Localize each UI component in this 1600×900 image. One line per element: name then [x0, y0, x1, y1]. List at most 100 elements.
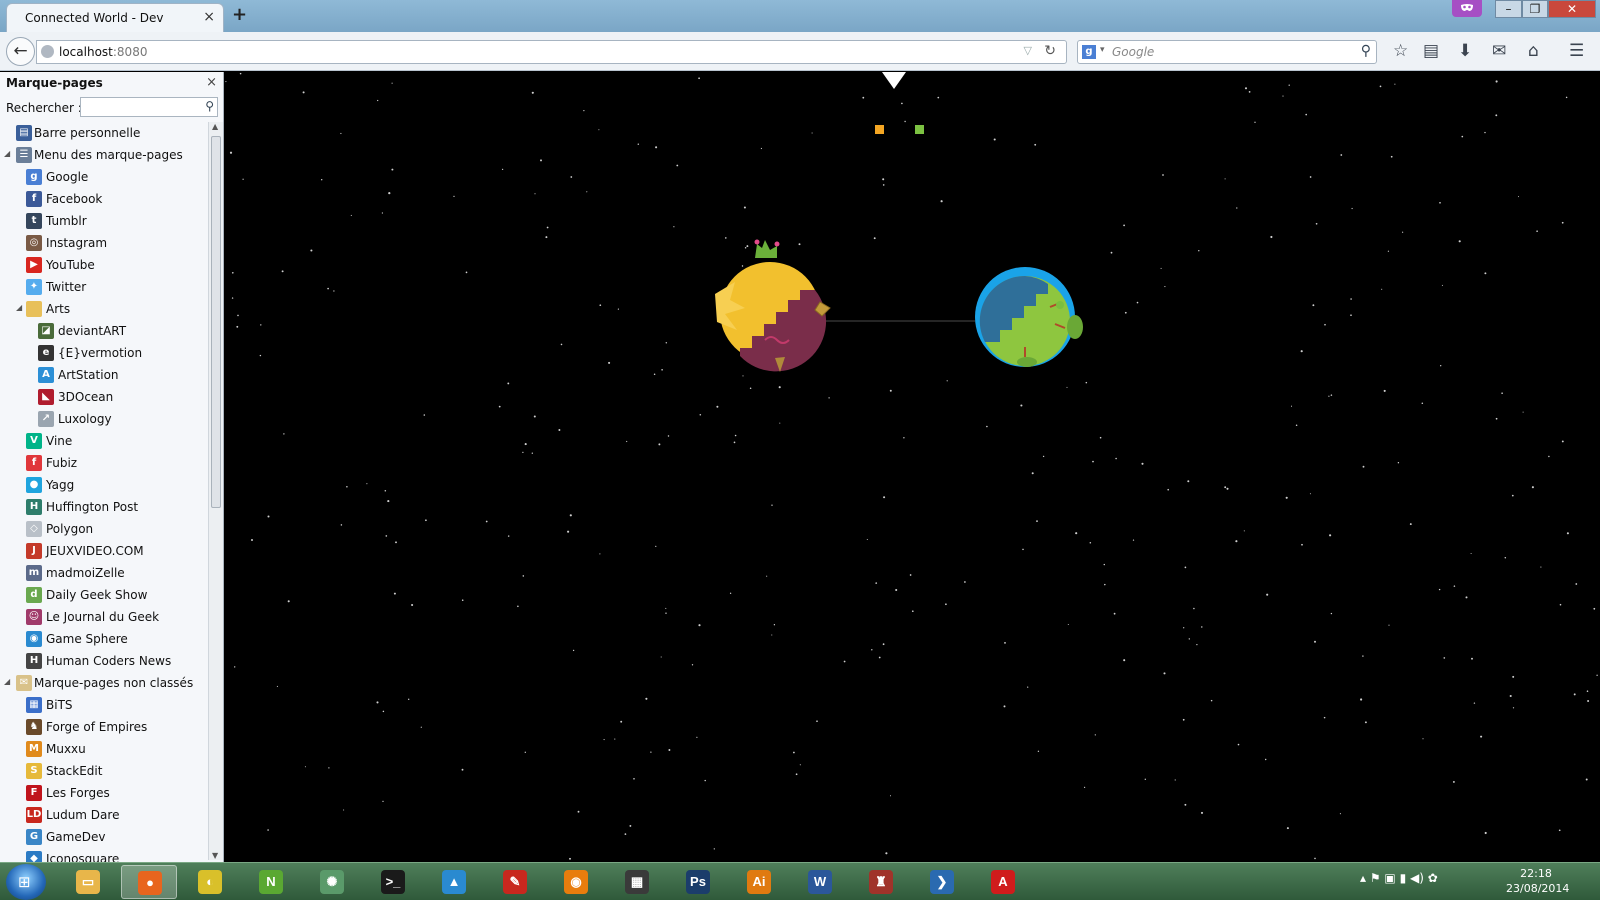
- folder-twisty-icon[interactable]: ◢: [4, 677, 10, 686]
- taskbar-app-firefox[interactable]: ●: [121, 865, 177, 899]
- sidebar-close-icon[interactable]: ×: [206, 75, 217, 90]
- star: [1094, 734, 1096, 736]
- bookmark-item[interactable]: H Huffington Post: [0, 496, 208, 518]
- bookmark-item[interactable]: ↗ Luxology: [0, 408, 208, 430]
- home-icon[interactable]: ⌂: [1528, 43, 1539, 60]
- scroll-thumb[interactable]: [211, 136, 221, 508]
- url-bar[interactable]: localhost:8080 ▽ ↻: [36, 40, 1067, 64]
- bookmark-item[interactable]: G GameDev: [0, 826, 208, 848]
- game-canvas[interactable]: [225, 72, 1600, 862]
- bookmark-item[interactable]: m madmoiZelle: [0, 562, 208, 584]
- system-tray[interactable]: ▴ ⚑ ▣ ▮ ◀) ✿: [1360, 871, 1438, 885]
- taskbar-app-film[interactable]: ▦: [609, 865, 665, 899]
- back-button[interactable]: ←: [6, 37, 35, 66]
- sidebar-scrollbar[interactable]: ▲ ▼: [208, 122, 223, 860]
- reading-list-icon[interactable]: ▤: [1423, 43, 1439, 60]
- planet-desert[interactable]: [715, 239, 831, 373]
- engine-dropdown-icon[interactable]: ▾: [1100, 45, 1105, 55]
- mail-icon[interactable]: ✉: [1492, 43, 1506, 60]
- bookmark-item[interactable]: ◢ Arts: [0, 298, 208, 320]
- tab-close-icon[interactable]: ×: [203, 9, 215, 25]
- taskbar-app-app-castle[interactable]: ♜: [853, 865, 909, 899]
- bookmark-item[interactable]: H Human Coders News: [0, 650, 208, 672]
- reload-icon[interactable]: ↻: [1044, 43, 1056, 59]
- search-go-icon[interactable]: ⚲: [1361, 43, 1371, 59]
- private-mask-icon[interactable]: [1452, 0, 1482, 17]
- bookmark-item[interactable]: ♞ Forge of Empires: [0, 716, 208, 738]
- taskbar-app-acrobat[interactable]: A: [975, 865, 1031, 899]
- minimize-button[interactable]: –: [1495, 0, 1522, 18]
- bookmark-item[interactable]: ◪ deviantART: [0, 320, 208, 342]
- bookmark-star-icon[interactable]: ☆: [1393, 43, 1408, 60]
- star: [524, 443, 527, 446]
- taskbar-app-atom[interactable]: ✺: [304, 865, 360, 899]
- scroll-down-icon[interactable]: ▼: [212, 851, 218, 860]
- bookmark-item[interactable]: ✦ Twitter: [0, 276, 208, 298]
- star: [239, 72, 242, 75]
- bookmark-item[interactable]: M Muxxu: [0, 738, 208, 760]
- folder-twisty-icon[interactable]: ◢: [16, 303, 22, 312]
- bookmark-item[interactable]: ▦ BiTS: [0, 694, 208, 716]
- bookmark-item[interactable]: ☺ Le Journal du Geek: [0, 606, 208, 628]
- bookmark-item[interactable]: ◢ ☰ Menu des marque-pages: [0, 144, 208, 166]
- bookmark-item[interactable]: S StackEdit: [0, 760, 208, 782]
- clock[interactable]: 22:18 23/08/2014: [1506, 866, 1569, 896]
- taskbar-app-terminal[interactable]: >_: [365, 865, 421, 899]
- scroll-up-icon[interactable]: ▲: [212, 122, 218, 131]
- bookmark-item[interactable]: LD Ludum Dare: [0, 804, 208, 826]
- bookmark-item[interactable]: d Daily Geek Show: [0, 584, 208, 606]
- search-bar[interactable]: g ▾ Google ⚲: [1077, 40, 1377, 64]
- taskbar-app-app-a[interactable]: ▲: [426, 865, 482, 899]
- star: [231, 297, 234, 299]
- bookmark-item[interactable]: f Facebook: [0, 188, 208, 210]
- maximize-button[interactable]: ❐: [1522, 0, 1548, 18]
- star: [304, 766, 306, 768]
- star: [1160, 267, 1162, 269]
- star: [665, 612, 667, 614]
- bookmark-item[interactable]: t Tumblr: [0, 210, 208, 232]
- taskbar-app-word[interactable]: W: [792, 865, 848, 899]
- folder-twisty-icon[interactable]: ◢: [4, 149, 10, 158]
- planet-lake[interactable]: [975, 267, 1083, 367]
- menu-icon[interactable]: ☰: [1569, 43, 1584, 60]
- taskbar-app-app-n[interactable]: N: [243, 865, 299, 899]
- taskbar-app-app-lemon[interactable]: ◐: [182, 865, 238, 899]
- google-engine-icon[interactable]: g: [1082, 45, 1096, 59]
- bookmark-item[interactable]: e {E}vermotion: [0, 342, 208, 364]
- bookmark-item[interactable]: ▤ Barre personnelle: [0, 122, 208, 144]
- bookmark-item[interactable]: F Les Forges: [0, 782, 208, 804]
- star: [346, 485, 348, 488]
- bookmark-item[interactable]: ◉ Game Sphere: [0, 628, 208, 650]
- star: [1210, 699, 1213, 702]
- bookmark-item[interactable]: ● Yagg: [0, 474, 208, 496]
- bookmark-item[interactable]: ◇ Polygon: [0, 518, 208, 540]
- bookmark-item[interactable]: g Google: [0, 166, 208, 188]
- sidebar-search-input[interactable]: ⚲: [80, 97, 218, 117]
- game-scene[interactable]: [225, 72, 1600, 862]
- star: [522, 451, 524, 454]
- taskbar-app-powershell[interactable]: ❯: [914, 865, 970, 899]
- bookmark-item[interactable]: ◣ 3DOcean: [0, 386, 208, 408]
- bookmark-item[interactable]: A ArtStation: [0, 364, 208, 386]
- bookmark-item[interactable]: ◢ ✉ Marque-pages non classés: [0, 672, 208, 694]
- taskbar-app-photoshop[interactable]: Ps: [670, 865, 726, 899]
- new-tab-button[interactable]: +: [232, 4, 247, 25]
- taskbar-app-blender[interactable]: ◉: [548, 865, 604, 899]
- tab-connected-world[interactable]: Connected World - Dev ×: [6, 3, 224, 32]
- bookmark-item[interactable]: ▶ YouTube: [0, 254, 208, 276]
- bookmark-item[interactable]: f Fubiz: [0, 452, 208, 474]
- star: [655, 146, 658, 149]
- star: [366, 483, 368, 485]
- bookmark-item[interactable]: J JEUXVIDEO.COM: [0, 540, 208, 562]
- taskbar-app-illustrator[interactable]: Ai: [731, 865, 787, 899]
- taskbar-app-explorer[interactable]: ▭: [60, 865, 116, 899]
- bookmark-item[interactable]: V Vine: [0, 430, 208, 452]
- download-icon[interactable]: ⬇: [1458, 43, 1472, 60]
- bookmark-label: Forge of Empires: [46, 720, 148, 734]
- start-button[interactable]: ⊞: [6, 864, 46, 900]
- close-window-button[interactable]: ✕: [1548, 0, 1596, 18]
- bookmark-item[interactable]: ◆ Iconosquare: [0, 848, 208, 862]
- taskbar-app-app-pen[interactable]: ✎: [487, 865, 543, 899]
- bookmark-item[interactable]: ◎ Instagram: [0, 232, 208, 254]
- history-dropdown-icon[interactable]: ▽: [1024, 44, 1032, 57]
